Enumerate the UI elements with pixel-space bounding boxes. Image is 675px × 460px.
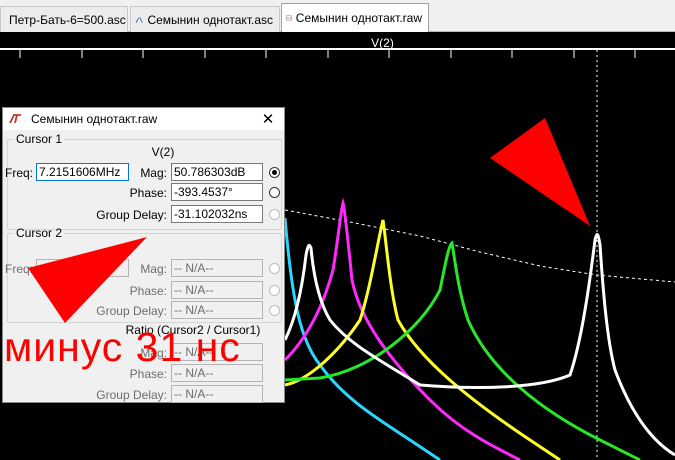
ratio-group-delay-label: Group Delay: [96, 388, 167, 402]
cursor2-group-delay-field: -- N/A-- [171, 301, 263, 319]
trace-title: V(2) [371, 36, 394, 50]
cursor1-group-delay-label: Group Delay: [96, 208, 167, 222]
tab-seminin-schematic[interactable]: Семынин однотакт.asc [130, 6, 280, 32]
tab-petr-bat-schematic[interactable]: Петр-Бать-6=500.asc [0, 6, 128, 32]
cursor1-freq-field[interactable]: 7.2151606MHz [36, 163, 129, 181]
cursor2-label: Cursor 2 [16, 226, 63, 240]
cursor2-group-delay-radio[interactable] [269, 305, 280, 316]
cursor1-freq-label: Freq: [5, 166, 34, 180]
cursor1-mag-radio[interactable] [269, 167, 280, 178]
cursor1-trace-name: V(2) [151, 145, 175, 159]
close-icon[interactable]: ✕ [260, 110, 276, 128]
cursor1-label: Cursor 1 [16, 132, 63, 146]
cursor2-freq-field[interactable] [36, 259, 129, 277]
trace-cyan [283, 217, 441, 460]
tab-label: Петр-Бать-6=500.asc [9, 12, 126, 27]
cursor1-phase-label: Phase: [129, 186, 167, 200]
tab-bar: Петр-Бать-6=500.asc Семынин однотакт.asc… [0, 0, 675, 32]
cursor2-mag-radio[interactable] [269, 263, 280, 274]
cursor1-mag-label: Mag: [140, 166, 167, 180]
trace-magenta [283, 197, 521, 460]
cursor2-group-delay-label: Group Delay: [96, 304, 167, 318]
cursor1-group-delay-field: -31.102032ns [171, 205, 263, 223]
cursor1-phase-radio[interactable] [269, 187, 280, 198]
schematic-icon [135, 16, 143, 23]
cursor2-mag-label: Mag: [140, 262, 167, 276]
cursor2-phase-radio[interactable] [269, 285, 280, 296]
ltspice-logo-icon [9, 114, 21, 124]
cursor2-freq-label: Freq: [5, 262, 34, 276]
dialog-title: Семынин однотакт.raw [31, 112, 158, 126]
tab-seminin-raw[interactable]: Семынин однотакт.raw [281, 3, 429, 32]
tab-label: Семынин однотакт.raw [295, 11, 422, 25]
dialog-titlebar[interactable]: Семынин однотакт.raw ✕ [3, 108, 284, 130]
ratio-group-delay-field: -- N/A-- [171, 385, 263, 403]
cursor1-mag-field: 50.786303dB [171, 163, 263, 181]
cursor2-phase-label: Phase: [129, 284, 167, 298]
cursor2-mag-field: -- N/A-- [171, 259, 263, 277]
tab-label: Семынин однотакт.asc [147, 12, 273, 27]
group-delay-dashed-line [284, 209, 675, 283]
cursor2-phase-field: -- N/A-- [171, 281, 263, 299]
cursor1-group-delay-radio[interactable] [269, 209, 280, 220]
annotation-text: минус 31 нс [4, 324, 241, 370]
cursor1-phase-field: -393.4537° [171, 183, 263, 201]
trace-yellow [284, 219, 561, 460]
waveform-icon [286, 15, 292, 21]
